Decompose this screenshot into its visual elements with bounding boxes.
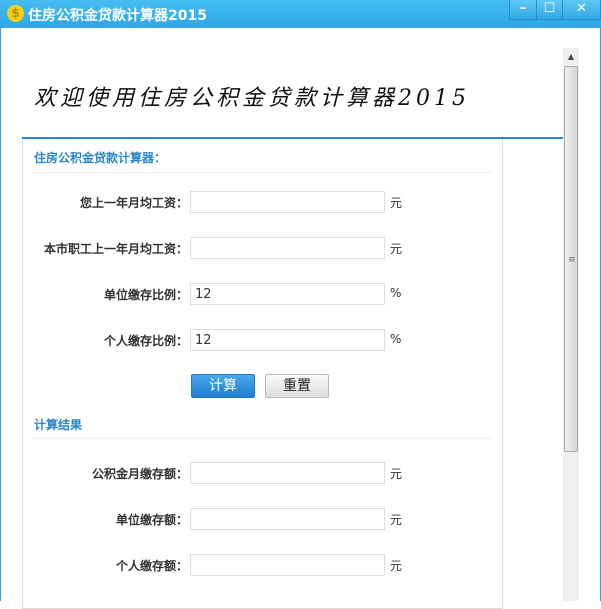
field-label: 公积金月缴存额： [91, 467, 188, 481]
city-salary-input[interactable] [190, 237, 385, 259]
app-icon: $ [7, 5, 24, 22]
reset-button[interactable]: 重置 [265, 374, 329, 398]
welcome-banner: 欢迎使用住房公积金贷款计算器2015 [34, 86, 470, 111]
field-label: 单位缴存比例： [103, 288, 188, 302]
my-salary-input[interactable] [190, 191, 385, 213]
form-row-city-salary: 本市职工上一年月均工资： 元 [23, 237, 503, 259]
employer-rate-input[interactable] [190, 283, 385, 305]
field-label: 单位缴存额： [115, 513, 188, 527]
grip-icon: ≡ [568, 255, 576, 265]
field-label: 个人缴存额： [115, 559, 188, 573]
result-row-employer-amount: 单位缴存额： 元 [23, 508, 503, 530]
divider [33, 438, 491, 439]
calculate-button[interactable]: 计算 [191, 374, 255, 398]
unit-label: 元 [390, 242, 403, 256]
vertical-scrollbar[interactable]: ▲ ≡ [563, 48, 579, 601]
scroll-up-arrow-icon[interactable]: ▲ [563, 48, 579, 65]
unit-label: 元 [390, 196, 403, 210]
personal-amount-output[interactable] [190, 554, 385, 576]
calculator-panel: 住房公积金贷款计算器： 您上一年月均工资： 元 本市职工上一年月均工资： 元 单… [22, 139, 503, 609]
form-row-my-salary: 您上一年月均工资： 元 [23, 191, 503, 213]
unit-label: 元 [390, 559, 403, 573]
field-label: 您上一年月均工资： [79, 196, 188, 210]
field-label: 本市职工上一年月均工资： [43, 242, 188, 256]
unit-label: % [390, 286, 402, 300]
form-row-employer-rate: 单位缴存比例： % [23, 283, 503, 305]
maximize-button[interactable]: ☐ [536, 0, 563, 20]
form-row-personal-rate: 个人缴存比例： % [23, 329, 503, 351]
monthly-total-output[interactable] [190, 462, 385, 484]
unit-label: 元 [390, 513, 403, 527]
field-label: 个人缴存比例： [103, 334, 188, 348]
unit-label: % [390, 332, 402, 346]
scrollbar-thumb[interactable]: ≡ [564, 66, 578, 452]
unit-label: 元 [390, 467, 403, 481]
divider [33, 172, 491, 173]
calculator-heading: 住房公积金贷款计算器： [34, 151, 167, 165]
personal-rate-input[interactable] [190, 329, 385, 351]
minimize-button[interactable]: – [509, 0, 537, 20]
close-button[interactable]: ✕ [562, 0, 601, 20]
result-row-personal-amount: 个人缴存额： 元 [23, 554, 503, 576]
results-heading: 计算结果 [34, 418, 83, 432]
window-title: 住房公积金贷款计算器2015 [28, 8, 207, 24]
title-bar: $ 住房公积金贷款计算器2015 – ☐ ✕ [0, 0, 601, 28]
result-row-monthly-total: 公积金月缴存额： 元 [23, 462, 503, 484]
employer-amount-output[interactable] [190, 508, 385, 530]
